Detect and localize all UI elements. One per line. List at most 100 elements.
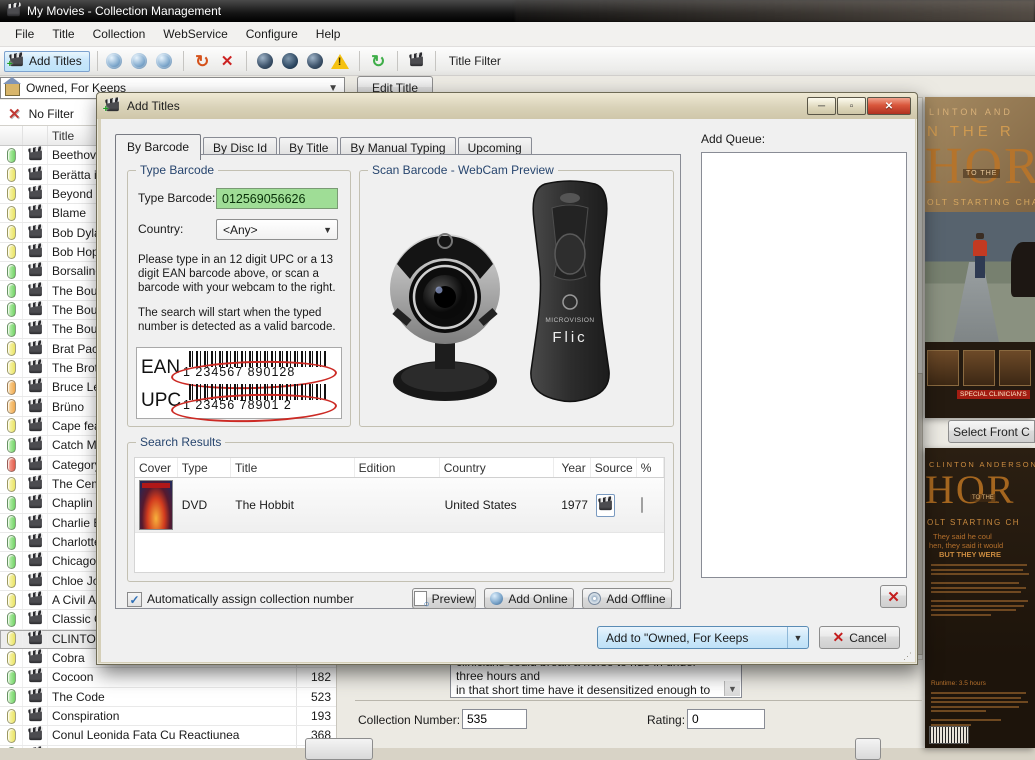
rating-input[interactable]	[687, 709, 765, 729]
barcode-example-image: EAN 1 234567 890128 UPC 1 23456 78901 2	[136, 347, 342, 419]
app-icon	[7, 6, 20, 16]
add-queue-label: Add Queue:	[701, 132, 765, 146]
update-titles-icon[interactable]: ↻	[193, 52, 212, 71]
toolbar-separator	[183, 51, 184, 71]
collection-number-input[interactable]	[462, 709, 527, 729]
back-cover-image: CLINTON ANDERSON HOR TO THE OLT STARTING…	[925, 448, 1035, 748]
menu-item-file[interactable]: File	[6, 23, 43, 45]
movie-clapper-icon	[29, 576, 42, 586]
add-to-dropdown-arrow[interactable]: ▼	[787, 627, 808, 648]
menu-item-collection[interactable]: Collection	[84, 23, 155, 45]
scroll-down-arrow-icon[interactable]: ▼	[724, 681, 740, 696]
tab-by-barcode[interactable]: By Barcode	[115, 134, 201, 160]
column-header-source[interactable]: Source	[591, 458, 637, 477]
disc-tools-icon[interactable]	[256, 52, 275, 71]
disc-eject-icon[interactable]	[306, 52, 325, 71]
export-web-disc-icon[interactable]	[105, 52, 124, 71]
title-cell: The Code	[48, 690, 296, 704]
auto-assign-checkbox[interactable]: ✓	[127, 592, 142, 607]
status-pill-green	[7, 496, 16, 511]
add-online-button[interactable]: Add Online	[484, 588, 574, 609]
type-barcode-label: Type Barcode:	[138, 191, 215, 205]
column-header-year[interactable]: Year	[554, 458, 591, 477]
status-pill-yellow	[7, 206, 16, 221]
save-disc-icon[interactable]	[130, 52, 149, 71]
barcode-input[interactable]	[216, 188, 338, 209]
status-pill-green	[7, 438, 16, 453]
status-pill-orange	[7, 380, 16, 395]
movie-clapper-icon	[29, 595, 42, 605]
remove-queue-item-button[interactable]: ✕	[880, 585, 907, 608]
toolbar-separator	[246, 51, 247, 71]
column-header-type[interactable]: Type	[178, 458, 231, 477]
column-header-country[interactable]: Country	[440, 458, 554, 477]
menu-item-title[interactable]: Title	[43, 23, 83, 45]
add-queue-listbox[interactable]	[701, 152, 907, 578]
movie-clapper-icon	[29, 150, 42, 160]
dialog-title-bar[interactable]: + Add Titles ─ ▫ ✕	[97, 93, 917, 119]
add-titles-button[interactable]: + Add Titles	[4, 51, 90, 72]
title-list-row[interactable]: The Code523	[0, 688, 336, 707]
delete-title-icon[interactable]: ✕	[218, 52, 237, 71]
minimize-button[interactable]: ─	[807, 97, 836, 115]
scanner-brand-text: MICROVISION	[545, 317, 594, 324]
status-pill-green	[7, 264, 16, 279]
movie-clapper-icon	[29, 189, 42, 199]
maximize-button[interactable]: ▫	[837, 97, 866, 115]
add-offline-button[interactable]: Add Offline	[582, 588, 672, 609]
movie-clapper-icon	[29, 440, 42, 450]
movie-clapper-icon	[29, 479, 42, 489]
movie-clapper-icon	[29, 692, 42, 702]
status-pill-yellow	[7, 225, 16, 240]
menu-item-help[interactable]: Help	[307, 23, 350, 45]
movie-clapper-icon	[29, 653, 42, 663]
menu-item-configure[interactable]: Configure	[237, 23, 307, 45]
movie-clapper-icon	[29, 247, 42, 257]
status-pill-yellow	[7, 651, 16, 666]
collection-number-label: Collection Number:	[358, 713, 460, 727]
load-disc-icon[interactable]	[155, 52, 174, 71]
cover-photo	[925, 212, 1035, 342]
country-select[interactable]: <Any> ▼	[216, 219, 338, 240]
toolbar-separator	[435, 51, 436, 71]
partial-button-right[interactable]	[855, 738, 881, 760]
menu-item-webservice[interactable]: WebService	[154, 23, 236, 45]
disc-burn-icon[interactable]	[281, 52, 300, 71]
cancel-button[interactable]: ✕ Cancel	[819, 626, 900, 649]
horse-figure	[1011, 242, 1035, 297]
movie-clapper-icon	[29, 498, 42, 508]
select-front-cover-button[interactable]: Select Front C	[948, 420, 1035, 443]
refresh-icon[interactable]: ↻	[369, 52, 388, 71]
webcam-preview-group: Scan Barcode - WebCam Preview	[359, 170, 674, 427]
front-cover-image: LINTON AND N THE R HOR TO THE OLT STARTI…	[925, 97, 1035, 418]
column-header-edition[interactable]: Edition	[355, 458, 440, 477]
status-pill-green	[7, 148, 16, 163]
search-results-group: Search Results CoverTypeTitleEditionCoun…	[127, 442, 674, 582]
status-pill-yellow	[7, 341, 16, 356]
column-header-title[interactable]: Title	[231, 458, 355, 477]
movie-clapper-icon	[29, 169, 42, 179]
partial-button-left[interactable]	[305, 738, 373, 760]
title-list-row[interactable]: Conspiration193	[0, 707, 336, 726]
details-fields-row: Collection Number: Rating:	[355, 700, 922, 749]
edit-clapper-icon[interactable]	[407, 52, 426, 71]
close-button[interactable]: ✕	[867, 97, 911, 115]
column-header-cover[interactable]: Cover	[135, 458, 178, 477]
title-cell: Cocoon	[48, 670, 296, 684]
search-result-row[interactable]: DVDThe HobbitUnited States1977	[135, 478, 664, 533]
warning-icon[interactable]	[331, 52, 350, 71]
search-results-table[interactable]: CoverTypeTitleEditionCountryYearSource% …	[134, 457, 665, 573]
title-list-row[interactable]: Conul Leonida Fata Cu Reactiunea368	[0, 726, 336, 745]
status-pill-green	[7, 670, 16, 685]
preview-button[interactable]: Preview	[412, 588, 476, 609]
result-percent-cell	[637, 498, 664, 512]
result-year-cell: 1977	[555, 498, 592, 512]
column-header-percent[interactable]: %	[637, 458, 664, 477]
add-to-collection-button[interactable]: Add to "Owned, For Keeps ▼	[597, 626, 809, 649]
title-list-row[interactable]: Cocoon182	[0, 668, 336, 687]
movie-clapper-icon	[29, 305, 42, 315]
resize-grip[interactable]: ⋰	[903, 651, 913, 661]
add-titles-label: Add Titles	[29, 54, 82, 68]
title-column-header[interactable]: Title	[48, 129, 74, 143]
status-pill-red	[7, 457, 16, 472]
